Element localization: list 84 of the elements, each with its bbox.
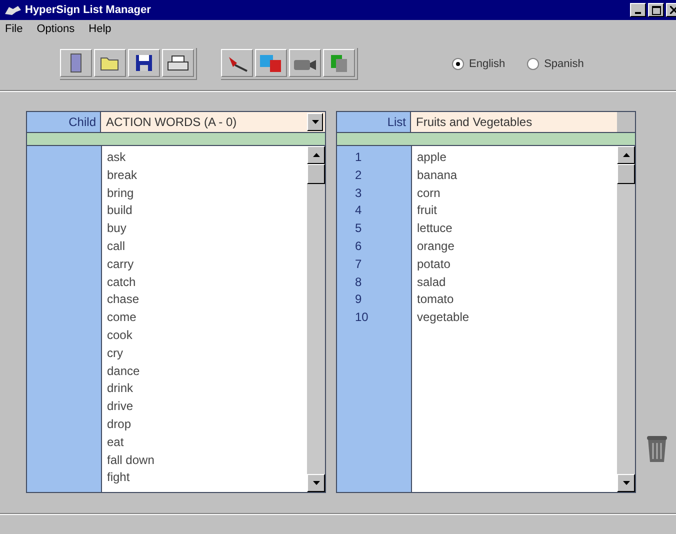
scroll-down-button[interactable]: [307, 474, 325, 492]
language-radio[interactable]: English: [452, 58, 506, 70]
cards-button[interactable]: [255, 49, 287, 77]
list-item[interactable]: buy: [107, 220, 307, 238]
up-arrow-icon: [312, 153, 320, 157]
item-number: 2: [354, 166, 363, 184]
pages-icon: [329, 53, 349, 73]
panel-label: List: [337, 112, 411, 132]
scroll-up-button[interactable]: [617, 146, 635, 164]
down-arrow-icon: [622, 481, 630, 485]
panel-label: Child: [27, 112, 101, 132]
down-arrow-icon: [312, 481, 320, 485]
item-number: 10: [354, 309, 370, 326]
trash-icon[interactable]: [646, 435, 668, 463]
copy-button[interactable]: [323, 49, 355, 77]
category-dropdown[interactable]: ACTION WORDS (A - 0): [101, 112, 325, 132]
maximize-icon: [652, 6, 660, 14]
maximize-button[interactable]: [648, 3, 664, 17]
menu-item[interactable]: File: [5, 23, 23, 35]
cards-icon: [259, 53, 283, 73]
list-item[interactable]: fall down: [107, 452, 307, 470]
menu-item[interactable]: Help: [88, 23, 112, 35]
language-radio[interactable]: Spanish: [527, 58, 584, 70]
item-number: 6: [354, 238, 363, 255]
window-title: HyperSign List Manager: [25, 4, 152, 16]
list-item[interactable]: banana: [417, 166, 617, 185]
list-item[interactable]: apple: [417, 149, 617, 167]
item-number: 3: [354, 184, 363, 202]
list-item[interactable]: cook: [107, 326, 307, 345]
list-item[interactable]: drop: [107, 416, 307, 434]
open-button[interactable]: [94, 49, 126, 77]
item-number: 9: [354, 291, 363, 308]
minimize-button[interactable]: [630, 3, 646, 17]
pin-button[interactable]: [221, 49, 253, 77]
scroll-down-button[interactable]: [617, 474, 635, 492]
list-item[interactable]: dance: [107, 362, 307, 380]
list-item[interactable]: fight: [107, 469, 307, 488]
menu-item[interactable]: Options: [36, 23, 75, 35]
list-item[interactable]: ask: [107, 149, 307, 167]
item-number: 1: [354, 149, 363, 166]
list-item[interactable]: call: [107, 238, 307, 256]
list-item[interactable]: come: [107, 309, 307, 327]
folder-icon: [100, 55, 120, 71]
door-icon: [69, 53, 83, 73]
list-item[interactable]: build: [107, 202, 307, 220]
scrollbar[interactable]: [307, 146, 325, 492]
item-number: 4: [354, 202, 363, 220]
list-item[interactable]: chase: [107, 291, 307, 310]
list-item[interactable]: salad: [417, 274, 617, 292]
printer-icon: [167, 55, 189, 71]
save-button[interactable]: [128, 49, 160, 77]
list-item[interactable]: potato: [417, 256, 617, 274]
list-item[interactable]: carry: [107, 256, 307, 274]
list-item[interactable]: tomato: [417, 291, 617, 310]
list-item[interactable]: vegetable: [417, 309, 617, 327]
save-icon: [135, 54, 153, 72]
list-item[interactable]: orange: [417, 238, 617, 256]
list-item[interactable]: eat: [107, 434, 307, 452]
caret-icon: [312, 120, 318, 124]
list-name-field[interactable]: Fruits and Vegetables: [411, 112, 617, 132]
print-button[interactable]: [162, 49, 194, 77]
item-number: 8: [354, 274, 363, 291]
item-number: 7: [354, 256, 363, 273]
up-arrow-icon: [622, 153, 630, 157]
scrollbar-thumb[interactable]: [307, 164, 325, 184]
item-number: 5: [354, 220, 363, 238]
scroll-up-button[interactable]: [307, 146, 325, 164]
list-item[interactable]: drive: [107, 398, 307, 416]
camera-button[interactable]: [289, 49, 321, 77]
scrollbar[interactable]: [617, 146, 635, 492]
word-list[interactable]: apple banana corn fruit lettuce orange potato salad tomato vegetable: [412, 146, 617, 492]
door-button[interactable]: [60, 49, 92, 77]
scrollbar-thumb[interactable]: [617, 164, 635, 184]
list-item[interactable]: bring: [107, 184, 307, 202]
list-item[interactable]: lettuce: [417, 220, 617, 238]
list-item[interactable]: cry: [107, 344, 307, 363]
list-item[interactable]: corn: [417, 184, 617, 202]
word-list[interactable]: ask break bring build buy call carry catch chase come cook cry dance drink drive drop eat fall down fight: [102, 146, 307, 492]
close-icon: [670, 6, 676, 14]
list-item[interactable]: catch: [107, 274, 307, 292]
list-item[interactable]: break: [107, 166, 307, 185]
list-item[interactable]: drink: [107, 380, 307, 398]
app-icon: [4, 4, 22, 16]
list-item[interactable]: fruit: [417, 202, 617, 220]
